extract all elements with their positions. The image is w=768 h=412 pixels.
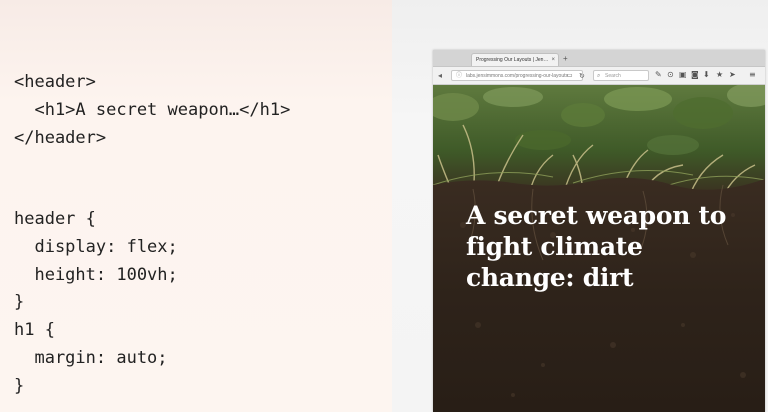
sync-icon[interactable]: ⊙ [667,70,674,80]
code-slide-panel: <header> <h1>A secret weapon…</h1> </hea… [0,0,392,412]
new-tab-icon[interactable]: + [563,54,568,64]
url-bar[interactable]: ⓘ labs.jensimmons.com/progressing-our-la… [451,70,583,81]
code-line-8: height: 100vh; [14,265,178,285]
back-icon[interactable]: ◂ [438,71,442,80]
library-icon[interactable]: ▣ [679,70,687,80]
browser-toolbar: ◂ ⓘ labs.jensimmons.com/progressing-our-… [433,67,765,85]
code-line-10: h1 { [14,320,55,340]
tab-title: Progressing Our Layouts | Jen… [476,57,549,63]
reload-icon[interactable]: ↻ [579,71,585,81]
code-line-9: } [14,292,25,312]
bookmark-star-icon[interactable]: ★ [716,70,723,80]
browser-window: Progressing Our Layouts | Jen… × + ◂ ⓘ l… [433,50,765,412]
browser-tab[interactable]: Progressing Our Layouts | Jen… × [471,53,559,66]
home-icon[interactable]: ➤ [729,70,736,80]
code-line-7: display: flex; [14,237,178,257]
url-text: labs.jensimmons.com/progressing-our-layo… [466,73,568,79]
menu-icon[interactable]: ≡ [749,70,756,80]
search-icon: ⌕ [597,73,601,79]
code-line-6: header { [14,209,96,229]
pocket-icon[interactable]: ◙ [691,70,699,80]
code-line-1: <header> [14,72,96,92]
page-headline: A secret weapon to fight climate change:… [466,201,727,292]
wrench-icon[interactable]: ✎ [655,70,662,80]
search-placeholder: Search [605,73,621,79]
search-input[interactable]: ⌕ Search [593,70,649,81]
close-icon[interactable]: × [551,54,555,66]
code-line-2: <h1>A secret weapon…</h1> [14,100,291,120]
info-icon: ⓘ [456,73,463,79]
code-line-3: </header> [14,128,107,148]
code-line-11: margin: auto; [14,348,168,368]
code-line-12: } [14,376,25,396]
page-content: A secret weapon to fight climate change:… [433,85,765,412]
tab-bar: Progressing Our Layouts | Jen… × + [433,50,765,67]
reader-icon[interactable]: ▭ [567,71,573,81]
download-icon[interactable]: ⬇ [703,70,710,80]
